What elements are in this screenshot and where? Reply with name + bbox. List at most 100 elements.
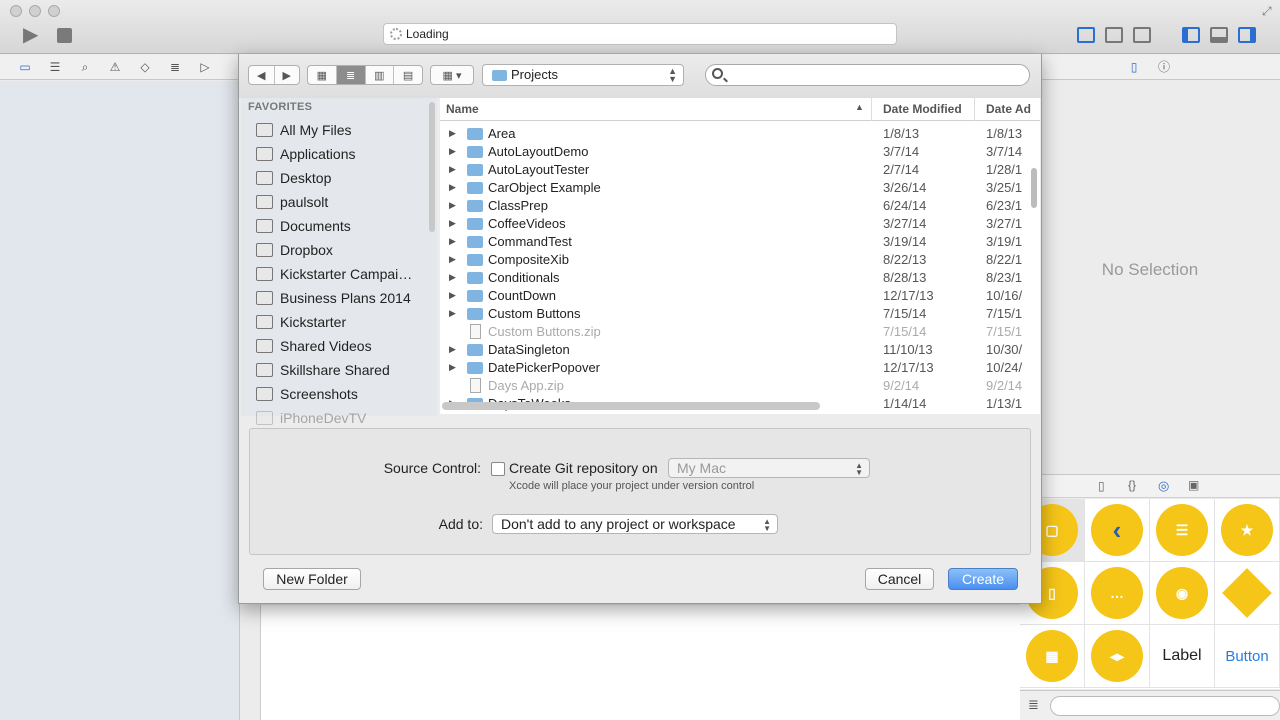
back-button[interactable]: ◀ [249,66,275,84]
sidebar-item[interactable]: Dropbox [256,238,428,262]
location-popup[interactable]: Projects ▲ ▼ [482,64,684,86]
button-item[interactable]: Button [1215,625,1280,688]
table-row[interactable]: ▶ DatePickerPopover 12/17/13 10/24/ [440,359,1040,377]
coverflow-view-button[interactable]: ▤ [394,66,422,84]
date-added-column-header[interactable]: Date Ad [986,102,1031,116]
sidebar-item[interactable]: Kickstarter [256,310,428,334]
project-navigator-icon[interactable]: ▭ [17,60,33,74]
table-row[interactable]: ▶ CountDown 12/17/13 10/16/ [440,287,1040,305]
toggle-debug-area-icon[interactable] [1210,27,1228,43]
label-item[interactable]: Label [1150,625,1215,688]
git-location-popup[interactable]: My Mac ▲ ▼ [668,458,870,478]
disclosure-triangle-icon[interactable]: ▶ [449,236,456,247]
table-row[interactable]: ▶ ClassPrep 6/24/14 6/23/1 [440,197,1040,215]
issue-navigator-icon[interactable]: ⚠ [107,60,123,74]
table-row[interactable]: ▶ Custom Buttons 7/15/14 7/15/1 [440,305,1040,323]
page-view-controller-item[interactable]: … [1085,562,1150,625]
sidebar-item[interactable]: Business Plans 2014 [256,286,428,310]
sidebar-item[interactable]: Skillshare Shared [256,358,428,382]
disclosure-triangle-icon[interactable]: ▶ [449,344,456,355]
file-inspector-icon[interactable]: ▯ [1126,60,1142,74]
table-row[interactable]: ▶ CommandTest 3/19/14 3/19/1 [440,233,1040,251]
table-view-controller-item[interactable]: ☰ [1150,499,1215,562]
library-filter-field[interactable] [1050,696,1280,716]
date-modified-column-header[interactable]: Date Modified [883,102,962,116]
symbol-navigator-icon[interactable]: ☰ [47,60,63,74]
standard-editor-icon[interactable] [1077,27,1095,43]
create-git-checkbox[interactable] [491,462,505,476]
table-row[interactable]: ▶ DataSingleton 11/10/13 10/30/ [440,341,1040,359]
code-snippet-library-icon[interactable]: {} [1128,478,1136,492]
object-item[interactable] [1215,562,1280,625]
toggle-navigator-icon[interactable] [1182,27,1200,43]
minimize-window-button[interactable] [29,5,41,17]
file-list-horizontal-scrollbar[interactable] [442,402,820,410]
column-view-button[interactable]: ▥ [366,66,395,84]
table-row[interactable]: ▶ CarObject Example 3/26/14 3/25/1 [440,179,1040,197]
disclosure-triangle-icon[interactable]: ▶ [449,272,456,283]
fullscreen-icon[interactable]: ⤢ [1262,4,1272,19]
activity-status: Loading [406,27,449,41]
icon-view-button[interactable]: ▦ [308,66,337,84]
name-column-header[interactable]: Name [446,102,479,116]
cancel-button[interactable]: Cancel [865,568,934,590]
disclosure-triangle-icon[interactable]: ▶ [449,218,456,229]
new-folder-button[interactable]: New Folder [263,568,361,590]
close-window-button[interactable] [10,5,22,17]
table-row[interactable]: ▶ AutoLayoutDemo 3/7/14 3/7/14 [440,143,1040,161]
sidebar-item[interactable]: Screenshots [256,382,428,406]
file-list-vertical-scrollbar[interactable] [1031,168,1037,208]
collection-view-controller-item[interactable]: ▦ [1020,625,1085,688]
sidebar-scrollbar[interactable] [429,102,435,232]
list-view-toggle-icon[interactable]: ≣ [1028,697,1039,713]
disclosure-triangle-icon[interactable]: ▶ [449,164,456,175]
disclosure-triangle-icon[interactable]: ▶ [449,254,456,265]
disclosure-triangle-icon[interactable]: ▶ [449,290,456,301]
toggle-utilities-icon[interactable] [1238,27,1256,43]
version-editor-icon[interactable] [1133,27,1151,43]
stop-button[interactable] [57,28,72,43]
list-view-button[interactable]: ≣ [336,66,366,84]
disclosure-triangle-icon[interactable]: ▶ [449,182,456,193]
av-player-controller-item[interactable]: ◂▸ [1085,625,1150,688]
run-button[interactable]: ▶ [23,25,38,45]
object-library-icon[interactable]: ◎ [1158,478,1169,494]
disclosure-triangle-icon[interactable]: ▶ [449,200,456,211]
zoom-window-button[interactable] [48,5,60,17]
table-row[interactable]: Days App.zip 9/2/14 9/2/14 [440,377,1040,395]
arrange-menu[interactable]: ▦ ▾ [430,65,474,85]
disclosure-triangle-icon[interactable]: ▶ [449,308,456,319]
sidebar-item[interactable]: All My Files [256,118,428,142]
sidebar-item[interactable]: Shared Videos [256,334,428,358]
assistant-editor-icon[interactable] [1105,27,1123,43]
table-row[interactable]: ▶ Area 1/8/13 1/8/13 [440,125,1040,143]
glkit-view-controller-item[interactable]: ◉ [1150,562,1215,625]
sidebar-item[interactable]: paulsolt [256,190,428,214]
table-row[interactable]: ▶ CompositeXib 8/22/13 8/22/1 [440,251,1040,269]
quick-help-icon[interactable]: ⓘ [1156,60,1172,74]
tab-bar-controller-item[interactable]: ★ [1215,499,1280,562]
table-row[interactable]: Custom Buttons.zip 7/15/14 7/15/1 [440,323,1040,341]
sidebar-item[interactable]: Kickstarter Campai… [256,262,428,286]
disclosure-triangle-icon[interactable]: ▶ [449,128,456,139]
sidebar-item[interactable]: iPhoneDevTV [256,406,428,430]
media-library-icon[interactable]: ▣ [1188,478,1199,492]
debug-navigator-icon[interactable]: ≣ [167,60,183,74]
add-to-popup[interactable]: Don't add to any project or workspace ▲ ▼ [492,514,778,534]
table-row[interactable]: ▶ Conditionals 8/28/13 8/23/1 [440,269,1040,287]
table-row[interactable]: ▶ CoffeeVideos 3/27/14 3/27/1 [440,215,1040,233]
sidebar-item[interactable]: Documents [256,214,428,238]
create-button[interactable]: Create [948,568,1018,590]
disclosure-triangle-icon[interactable]: ▶ [449,146,456,157]
disclosure-triangle-icon[interactable]: ▶ [449,362,456,373]
sidebar-item[interactable]: Desktop [256,166,428,190]
find-navigator-icon[interactable]: ⌕ [77,60,93,74]
breakpoint-navigator-icon[interactable]: ▷ [197,60,213,74]
test-navigator-icon[interactable]: ◇ [137,60,153,74]
navigation-controller-item[interactable]: ‹ [1085,499,1150,562]
table-row[interactable]: ▶ AutoLayoutTester 2/7/14 1/28/1 [440,161,1040,179]
file-template-library-icon[interactable]: ▯ [1098,479,1105,493]
search-input[interactable] [705,64,1030,86]
forward-button[interactable]: ▶ [275,66,300,84]
sidebar-item[interactable]: Applications [256,142,428,166]
